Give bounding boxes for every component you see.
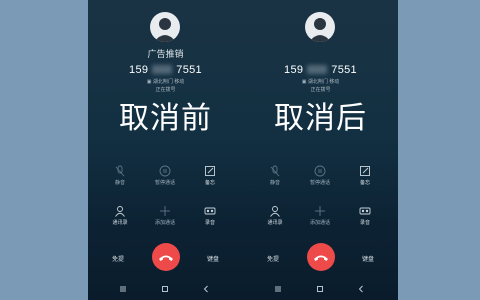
phone-number: 159 7551 [243,64,398,76]
home-icon[interactable] [315,284,325,294]
mute-label: 静音 [269,180,280,186]
speaker-button[interactable]: 免提 [103,254,133,263]
add-call-icon [160,206,170,216]
speaker-button[interactable]: 免提 [258,254,288,263]
number-blurred [307,65,328,74]
record-icon [204,207,216,215]
record-label: 录音 [204,220,215,226]
add-call-icon [315,206,325,216]
back-icon[interactable] [201,284,211,294]
record-icon [359,207,371,215]
nav-bar [88,284,243,296]
phone-number: 159 7551 [88,64,243,76]
record-button[interactable]: 录音 [190,205,230,226]
hangup-button[interactable] [307,243,335,271]
note-button[interactable]: 备忘 [190,165,230,186]
keypad-button[interactable]: 键盘 [353,254,383,263]
hangup-button[interactable] [152,243,180,271]
overlay-label: 取消前 [119,101,212,136]
hangup-icon [314,255,328,261]
menu-icon[interactable] [273,284,283,294]
back-icon[interactable] [356,284,366,294]
mute-icon [270,165,280,177]
note-button[interactable]: 备忘 [345,165,385,186]
number-suffix: 7551 [331,64,357,76]
phone-screen-after: 159 7551 ▣ 湖北荆门 移动 正在拨号 取消后 静音 暂停通话 备忘 通讯… [243,0,398,300]
contacts-icon [270,206,280,217]
mute-icon [115,165,125,177]
note-icon [205,166,215,176]
hangup-icon [159,255,173,261]
avatar-icon [150,12,180,42]
hold-button[interactable]: 暂停通话 [145,165,185,186]
hold-label: 暂停通话 [154,180,175,186]
mute-button[interactable]: 静音 [255,165,295,186]
add-call-button[interactable]: 添加通话 [145,205,185,226]
hold-icon [314,165,326,177]
number-blurred [152,65,173,74]
hold-label: 暂停通话 [309,180,330,186]
home-icon[interactable] [160,284,170,294]
call-status: 正在拨号 [155,87,176,93]
contacts-button[interactable]: 通讯录 [255,205,295,226]
hold-icon [159,165,171,177]
keypad-button[interactable]: 键盘 [198,254,228,263]
add-call-button[interactable]: 添加通话 [300,205,340,226]
contacts-button[interactable]: 通讯录 [100,205,140,226]
nav-bar [243,284,398,296]
avatar-icon [305,12,335,42]
record-label: 录音 [359,220,370,226]
contacts-label: 通讯录 [112,220,128,226]
note-label: 备忘 [359,180,370,186]
menu-icon[interactable] [118,284,128,294]
contacts-icon [115,206,125,217]
record-button[interactable]: 录音 [345,205,385,226]
note-icon [360,166,370,176]
call-status: 正在拨号 [310,87,331,93]
note-label: 备忘 [204,180,215,186]
number-suffix: 7551 [176,64,202,76]
caller-location: ▣ 湖北荆门 移动 [146,79,185,85]
add-call-label: 添加通话 [154,220,175,226]
contacts-label: 通讯录 [267,220,283,226]
hold-button[interactable]: 暂停通话 [300,165,340,186]
phone-screen-before: 广告推销 159 7551 ▣ 湖北荆门 移动 正在拨号 取消前 静音 暂停通话 … [88,0,243,300]
caller-location: ▣ 湖北荆门 移动 [301,79,340,85]
overlay-label: 取消后 [274,101,367,136]
number-prefix: 159 [284,64,304,76]
mute-button[interactable]: 静音 [100,165,140,186]
number-prefix: 159 [129,64,149,76]
mute-label: 静音 [114,180,125,186]
caller-name: 广告推销 [147,49,184,59]
add-call-label: 添加通话 [309,220,330,226]
